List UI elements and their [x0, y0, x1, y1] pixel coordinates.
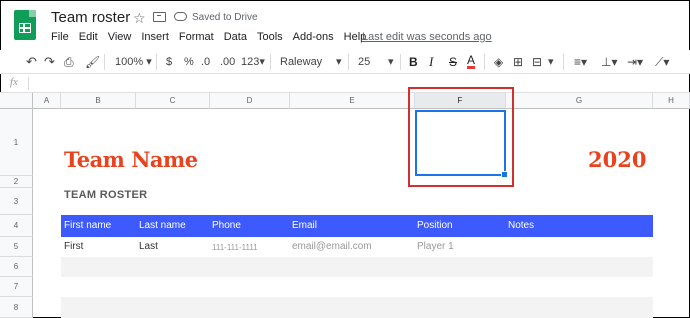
annotation-highlight-box [408, 87, 514, 187]
star-icon[interactable]: ☆ [133, 10, 146, 27]
row-header-7[interactable]: 7 [0, 277, 33, 297]
menu-insert[interactable]: Insert [141, 31, 169, 43]
strikethrough-button[interactable]: S [449, 54, 457, 70]
menu-edit[interactable]: Edit [79, 31, 98, 43]
decrease-decimal-button[interactable]: .0 [201, 54, 210, 70]
column-header-d[interactable]: D [210, 93, 290, 109]
merge-cells-icon[interactable]: ⊟ [532, 54, 542, 70]
borders-icon[interactable]: ⊞ [513, 54, 523, 70]
fx-icon: fx [10, 76, 18, 88]
text-rotation-icon[interactable]: ⟋▾ [655, 54, 669, 70]
menu-view[interactable]: View [108, 31, 132, 43]
font-size-select[interactable]: 25 [358, 54, 370, 70]
cell-last[interactable]: Last [139, 241, 158, 252]
menu-bar: File Edit View Insert Format Data Tools … [51, 31, 376, 43]
menu-tools[interactable]: Tools [257, 31, 283, 43]
table-row-band [61, 297, 653, 318]
document-title[interactable]: Team roster [51, 9, 130, 26]
cell-phone[interactable]: 111-111-1111 [212, 243, 258, 252]
percent-format-button[interactable]: % [184, 54, 194, 70]
row-header-1[interactable]: 1 [0, 109, 33, 176]
table-row: First Last 111-111-1111 email@email.com … [61, 237, 653, 257]
menu-data[interactable]: Data [224, 31, 247, 43]
select-all-corner[interactable] [0, 93, 33, 109]
header-last-name[interactable]: Last name [139, 220, 186, 231]
italic-button[interactable]: I [429, 54, 433, 70]
text-wrap-icon[interactable]: ⇥▾ [627, 54, 643, 70]
font-select-arrow-icon[interactable]: ▾ [336, 54, 342, 70]
text-color-button[interactable]: A [467, 54, 476, 69]
cell-email[interactable]: email@email.com [292, 241, 372, 252]
table-row-band [61, 257, 653, 277]
column-header-e[interactable]: E [290, 93, 415, 109]
header-first-name[interactable]: First name [64, 220, 111, 231]
team-name-cell[interactable]: Team Name [64, 147, 198, 172]
cell-position[interactable]: Player 1 [417, 241, 454, 252]
save-status: Saved to Drive [192, 12, 258, 23]
sheets-logo-icon[interactable] [14, 10, 36, 40]
formula-bar: fx [0, 74, 690, 93]
undo-icon[interactable]: ↶ [26, 54, 37, 70]
horizontal-align-icon[interactable]: ≡▾ [574, 54, 587, 70]
menu-file[interactable]: File [51, 31, 69, 43]
merge-arrow-icon[interactable]: ▾ [548, 54, 554, 70]
column-header-c[interactable]: C [136, 93, 210, 109]
print-icon[interactable]: ⎙ [64, 54, 74, 70]
app-header: Team roster ☆ Saved to Drive File Edit V… [0, 0, 690, 50]
move-folder-icon[interactable] [153, 12, 166, 22]
increase-decimal-button[interactable]: .00 [220, 54, 235, 70]
row-header-3[interactable]: 3 [0, 188, 33, 215]
paint-format-icon[interactable]: 🖌 [85, 54, 100, 70]
font-select[interactable]: Raleway [280, 54, 322, 70]
header-phone[interactable]: Phone [212, 220, 241, 231]
redo-icon[interactable]: ↷ [44, 54, 55, 70]
bold-button[interactable]: B [409, 54, 418, 70]
toolbar: ↶ ↷ ⎙ 🖌 100% ▾ $ % .0 .00 123▾ Raleway ▾… [0, 50, 690, 74]
column-header-g[interactable]: G [506, 93, 653, 109]
column-header-h[interactable]: H [653, 93, 690, 109]
cell-first[interactable]: First [64, 241, 83, 252]
header-position[interactable]: Position [417, 220, 453, 231]
row-header-4[interactable]: 4 [0, 215, 33, 237]
zoom-select[interactable]: 100% ▾ [115, 54, 152, 70]
menu-format[interactable]: Format [179, 31, 214, 43]
row-header-5[interactable]: 5 [0, 237, 33, 257]
table-header-row: First name Last name Phone Email Positio… [61, 215, 653, 237]
column-header-a[interactable]: A [33, 93, 61, 109]
row-header-2[interactable]: 2 [0, 176, 33, 188]
column-header-b[interactable]: B [61, 93, 136, 109]
header-notes[interactable]: Notes [508, 220, 534, 231]
last-edit-link[interactable]: Last edit was seconds ago [362, 31, 492, 43]
font-size-arrow-icon[interactable]: ▾ [388, 54, 394, 70]
more-formats-select[interactable]: 123▾ [241, 54, 265, 70]
fill-color-icon[interactable]: ◈ [494, 54, 503, 70]
team-roster-label[interactable]: TEAM ROSTER [64, 189, 147, 201]
row-header-6[interactable]: 6 [0, 257, 33, 277]
vertical-align-icon[interactable]: ⊥▾ [601, 54, 617, 70]
header-email[interactable]: Email [292, 220, 317, 231]
currency-format-button[interactable]: $ [166, 54, 172, 70]
row-header-8[interactable]: 8 [0, 297, 33, 318]
cloud-saved-icon [174, 12, 187, 21]
menu-addons[interactable]: Add-ons [293, 31, 334, 43]
year-cell[interactable]: 2020 [588, 147, 646, 172]
